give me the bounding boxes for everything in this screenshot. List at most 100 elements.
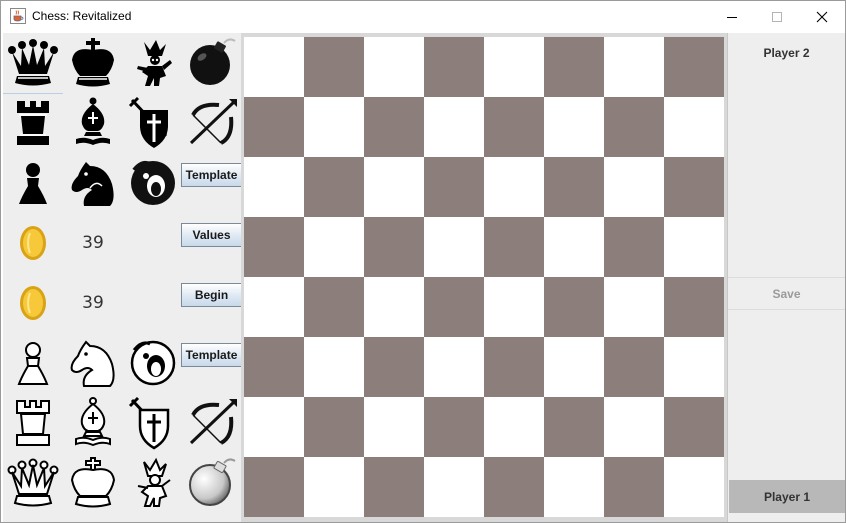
board-square-e1[interactable] bbox=[484, 457, 544, 517]
board-square-g6[interactable] bbox=[604, 157, 664, 217]
board-square-h8[interactable] bbox=[664, 37, 724, 97]
board-square-e4[interactable] bbox=[484, 277, 544, 337]
board-square-f6[interactable] bbox=[544, 157, 604, 217]
maximize-button[interactable] bbox=[754, 1, 800, 32]
white-crusader-piece[interactable] bbox=[123, 393, 183, 453]
board-square-h3[interactable] bbox=[664, 337, 724, 397]
close-button[interactable] bbox=[799, 1, 845, 32]
black-coin-count: 39 bbox=[63, 213, 123, 273]
board-square-f7[interactable] bbox=[544, 97, 604, 157]
board-square-h2[interactable] bbox=[664, 397, 724, 457]
board-square-d6[interactable] bbox=[424, 157, 484, 217]
black-rook-piece[interactable] bbox=[3, 93, 63, 153]
begin-button[interactable]: Begin bbox=[181, 283, 241, 307]
template-button-black[interactable]: Template bbox=[181, 163, 241, 187]
title-bar[interactable]: Chess: Revitalized bbox=[1, 1, 845, 32]
board-square-c1[interactable] bbox=[364, 457, 424, 517]
board-square-b3[interactable] bbox=[304, 337, 364, 397]
board-square-e2[interactable] bbox=[484, 397, 544, 457]
application-window: Chess: Revitalized Template 39 Values 39… bbox=[0, 0, 846, 523]
board-square-e7[interactable] bbox=[484, 97, 544, 157]
board-square-b6[interactable] bbox=[304, 157, 364, 217]
white-rook-piece[interactable] bbox=[3, 393, 63, 453]
board-square-d1[interactable] bbox=[424, 457, 484, 517]
board-square-f5[interactable] bbox=[544, 217, 604, 277]
board-square-e3[interactable] bbox=[484, 337, 544, 397]
board-square-c2[interactable] bbox=[364, 397, 424, 457]
white-queen-piece[interactable] bbox=[3, 453, 63, 513]
black-knight-piece[interactable] bbox=[63, 153, 123, 213]
board-square-g5[interactable] bbox=[604, 217, 664, 277]
board-square-d7[interactable] bbox=[424, 97, 484, 157]
board-square-a5[interactable] bbox=[244, 217, 304, 277]
board-square-h7[interactable] bbox=[664, 97, 724, 157]
board-square-d5[interactable] bbox=[424, 217, 484, 277]
values-button[interactable]: Values bbox=[181, 223, 241, 247]
board-square-f4[interactable] bbox=[544, 277, 604, 337]
board-square-d3[interactable] bbox=[424, 337, 484, 397]
board-square-e5[interactable] bbox=[484, 217, 544, 277]
black-bishop-piece[interactable] bbox=[63, 93, 123, 153]
board-square-g1[interactable] bbox=[604, 457, 664, 517]
board-square-c7[interactable] bbox=[364, 97, 424, 157]
board-square-a2[interactable] bbox=[244, 397, 304, 457]
white-crossbow-piece[interactable] bbox=[183, 393, 243, 453]
white-bomb-piece[interactable] bbox=[183, 453, 243, 513]
black-ghost-piece[interactable] bbox=[123, 153, 183, 213]
board-square-d8[interactable] bbox=[424, 37, 484, 97]
board-square-f8[interactable] bbox=[544, 37, 604, 97]
board-square-g7[interactable] bbox=[604, 97, 664, 157]
save-button[interactable]: Save bbox=[728, 277, 845, 310]
white-king-piece[interactable] bbox=[63, 453, 123, 513]
board-square-a6[interactable] bbox=[244, 157, 304, 217]
board-square-b1[interactable] bbox=[304, 457, 364, 517]
white-knight-piece[interactable] bbox=[63, 333, 123, 393]
board-square-d4[interactable] bbox=[424, 277, 484, 337]
board-square-b8[interactable] bbox=[304, 37, 364, 97]
board-square-g4[interactable] bbox=[604, 277, 664, 337]
chess-board[interactable] bbox=[244, 37, 724, 517]
board-square-f1[interactable] bbox=[544, 457, 604, 517]
black-jester-piece[interactable] bbox=[123, 33, 183, 93]
black-king-piece[interactable] bbox=[63, 33, 123, 93]
board-square-c8[interactable] bbox=[364, 37, 424, 97]
white-jester-piece[interactable] bbox=[123, 453, 183, 513]
white-pawn-piece[interactable] bbox=[3, 333, 63, 393]
white-bishop-piece[interactable] bbox=[63, 393, 123, 453]
board-square-c4[interactable] bbox=[364, 277, 424, 337]
board-square-g8[interactable] bbox=[604, 37, 664, 97]
board-square-h5[interactable] bbox=[664, 217, 724, 277]
black-queen-piece[interactable] bbox=[3, 33, 63, 94]
board-square-a3[interactable] bbox=[244, 337, 304, 397]
board-square-h1[interactable] bbox=[664, 457, 724, 517]
board-square-b7[interactable] bbox=[304, 97, 364, 157]
board-square-g2[interactable] bbox=[604, 397, 664, 457]
board-square-c6[interactable] bbox=[364, 157, 424, 217]
bishop-icon bbox=[76, 97, 110, 145]
white-ghost-piece[interactable] bbox=[123, 333, 183, 393]
board-square-a4[interactable] bbox=[244, 277, 304, 337]
board-square-c3[interactable] bbox=[364, 337, 424, 397]
board-square-h6[interactable] bbox=[664, 157, 724, 217]
black-pawn-piece[interactable] bbox=[3, 153, 63, 213]
minimize-button[interactable] bbox=[709, 1, 755, 32]
black-bomb-piece[interactable] bbox=[183, 33, 243, 93]
black-crossbow-piece[interactable] bbox=[183, 93, 243, 153]
board-square-c5[interactable] bbox=[364, 217, 424, 277]
board-square-f2[interactable] bbox=[544, 397, 604, 457]
template-button-white[interactable]: Template bbox=[181, 343, 241, 367]
board-square-b4[interactable] bbox=[304, 277, 364, 337]
board-square-e6[interactable] bbox=[484, 157, 544, 217]
board-square-g3[interactable] bbox=[604, 337, 664, 397]
board-square-h4[interactable] bbox=[664, 277, 724, 337]
ghost-icon bbox=[131, 160, 175, 205]
board-square-a7[interactable] bbox=[244, 97, 304, 157]
board-square-d2[interactable] bbox=[424, 397, 484, 457]
board-square-a8[interactable] bbox=[244, 37, 304, 97]
black-crusader-piece[interactable] bbox=[123, 93, 183, 153]
board-square-f3[interactable] bbox=[544, 337, 604, 397]
board-square-b5[interactable] bbox=[304, 217, 364, 277]
board-square-b2[interactable] bbox=[304, 397, 364, 457]
board-square-a1[interactable] bbox=[244, 457, 304, 517]
board-square-e8[interactable] bbox=[484, 37, 544, 97]
